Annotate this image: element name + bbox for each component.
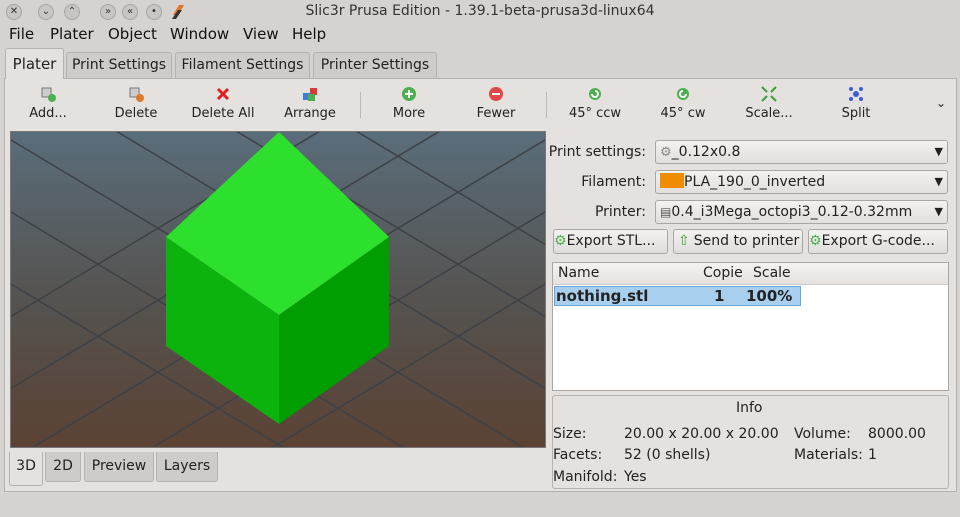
chevron-down-icon: ▼ bbox=[934, 175, 943, 188]
toolbar-overflow-chevron-icon[interactable]: ⌄ bbox=[936, 96, 946, 110]
scale-icon bbox=[761, 86, 777, 102]
menu-file[interactable]: File bbox=[9, 25, 34, 43]
print-settings-label: Print settings: bbox=[548, 144, 646, 160]
arrow-up-icon: ⇧ bbox=[678, 233, 690, 249]
object-copies: 1 bbox=[714, 287, 725, 305]
info-volume-value: 8000.00 bbox=[868, 426, 926, 442]
tab-plater[interactable]: Plater bbox=[5, 48, 64, 79]
rotate-ccw-icon bbox=[589, 88, 601, 100]
tab-preview[interactable]: Preview bbox=[84, 452, 154, 482]
toolbar-separator bbox=[360, 92, 361, 118]
arrange-icon bbox=[303, 88, 317, 101]
info-facets-label: Facets: bbox=[553, 447, 603, 463]
send-to-printer-button[interactable]: ⇧ Send to printer bbox=[673, 229, 803, 254]
rotate-cw-icon bbox=[677, 88, 689, 100]
filament-label: Filament: bbox=[581, 174, 646, 190]
info-size-label: Size: bbox=[553, 426, 587, 442]
toolbar-separator bbox=[546, 92, 547, 118]
red-x-icon bbox=[216, 87, 230, 101]
column-header-copies[interactable]: Copie bbox=[703, 265, 743, 281]
add-button[interactable]: Add... bbox=[22, 86, 74, 126]
delete-all-button[interactable]: Delete All bbox=[188, 86, 258, 126]
tab-filament-settings[interactable]: Filament Settings bbox=[175, 52, 310, 78]
menu-help[interactable]: Help bbox=[292, 25, 326, 43]
info-manifold-label: Manifold: bbox=[553, 469, 618, 485]
fewer-button[interactable]: Fewer bbox=[472, 86, 520, 126]
chevron-down-icon: ▼ bbox=[934, 205, 943, 218]
printer-select[interactable]: ▤0.4_i3Mega_octopi3_0.12-0.32mm ▼ bbox=[655, 200, 948, 224]
printer-icon: ▤ bbox=[660, 205, 672, 219]
info-facets-value: 52 (0 shells) bbox=[624, 447, 711, 463]
menu-window[interactable]: Window bbox=[170, 25, 229, 43]
info-size-value: 20.00 x 20.00 x 20.00 bbox=[624, 426, 779, 442]
object-list-header: Name Copie Scale bbox=[553, 263, 948, 285]
split-icon bbox=[849, 87, 863, 101]
tab-printer-settings[interactable]: Printer Settings bbox=[313, 52, 437, 78]
column-header-name[interactable]: Name bbox=[558, 265, 599, 281]
plus-circle-icon bbox=[402, 87, 416, 101]
export-stl-icon: ⚙ bbox=[554, 233, 567, 249]
filament-color-swatch bbox=[660, 173, 684, 188]
3d-scene[interactable] bbox=[11, 132, 545, 447]
arrange-button[interactable]: Arrange bbox=[282, 86, 338, 126]
3d-view-canvas[interactable] bbox=[10, 131, 546, 448]
delete-button[interactable]: Delete bbox=[108, 86, 164, 126]
rotate-ccw-button[interactable]: 45° ccw bbox=[568, 86, 622, 126]
tab-print-settings[interactable]: Print Settings bbox=[66, 52, 172, 78]
tab-2d[interactable]: 2D bbox=[45, 452, 81, 482]
delete-object-icon bbox=[129, 87, 144, 102]
export-gcode-icon: ⚙ bbox=[809, 233, 822, 249]
chevron-down-icon: ▼ bbox=[934, 145, 943, 158]
table-row[interactable]: nothing.stl 1 100% bbox=[554, 286, 801, 306]
menu-plater[interactable]: Plater bbox=[50, 25, 94, 43]
info-materials-label: Materials: bbox=[794, 447, 863, 463]
export-stl-button[interactable]: ⚙Export STL... bbox=[553, 229, 668, 254]
info-materials-value: 1 bbox=[868, 447, 877, 463]
tab-3d[interactable]: 3D bbox=[9, 452, 43, 486]
print-settings-select[interactable]: ⚙_0.12x0.8 ▼ bbox=[655, 140, 948, 164]
info-title: Info bbox=[736, 400, 763, 416]
menu-object[interactable]: Object bbox=[108, 25, 157, 43]
split-button[interactable]: Split bbox=[834, 86, 878, 126]
column-header-scale[interactable]: Scale bbox=[753, 265, 791, 281]
menu-view[interactable]: View bbox=[243, 25, 279, 43]
more-button[interactable]: More bbox=[385, 86, 433, 126]
gear-icon: ⚙ bbox=[660, 145, 672, 160]
object-name: nothing.stl bbox=[556, 287, 649, 305]
object-scale: 100% bbox=[746, 287, 793, 305]
export-gcode-button[interactable]: ⚙Export G-code... bbox=[808, 229, 948, 254]
add-object-icon bbox=[41, 87, 56, 102]
info-manifold-value: Yes bbox=[624, 469, 647, 485]
tab-layers[interactable]: Layers bbox=[156, 452, 218, 482]
filament-select[interactable]: PLA_190_0_inverted ▼ bbox=[655, 170, 948, 194]
rotate-cw-button[interactable]: 45° cw bbox=[656, 86, 710, 126]
info-volume-label: Volume: bbox=[794, 426, 851, 442]
minus-circle-icon bbox=[489, 87, 503, 101]
printer-label: Printer: bbox=[594, 204, 646, 220]
scale-button[interactable]: Scale... bbox=[740, 86, 798, 126]
window-title: Slic3r Prusa Edition - 1.39.1-beta-prusa… bbox=[305, 3, 655, 19]
